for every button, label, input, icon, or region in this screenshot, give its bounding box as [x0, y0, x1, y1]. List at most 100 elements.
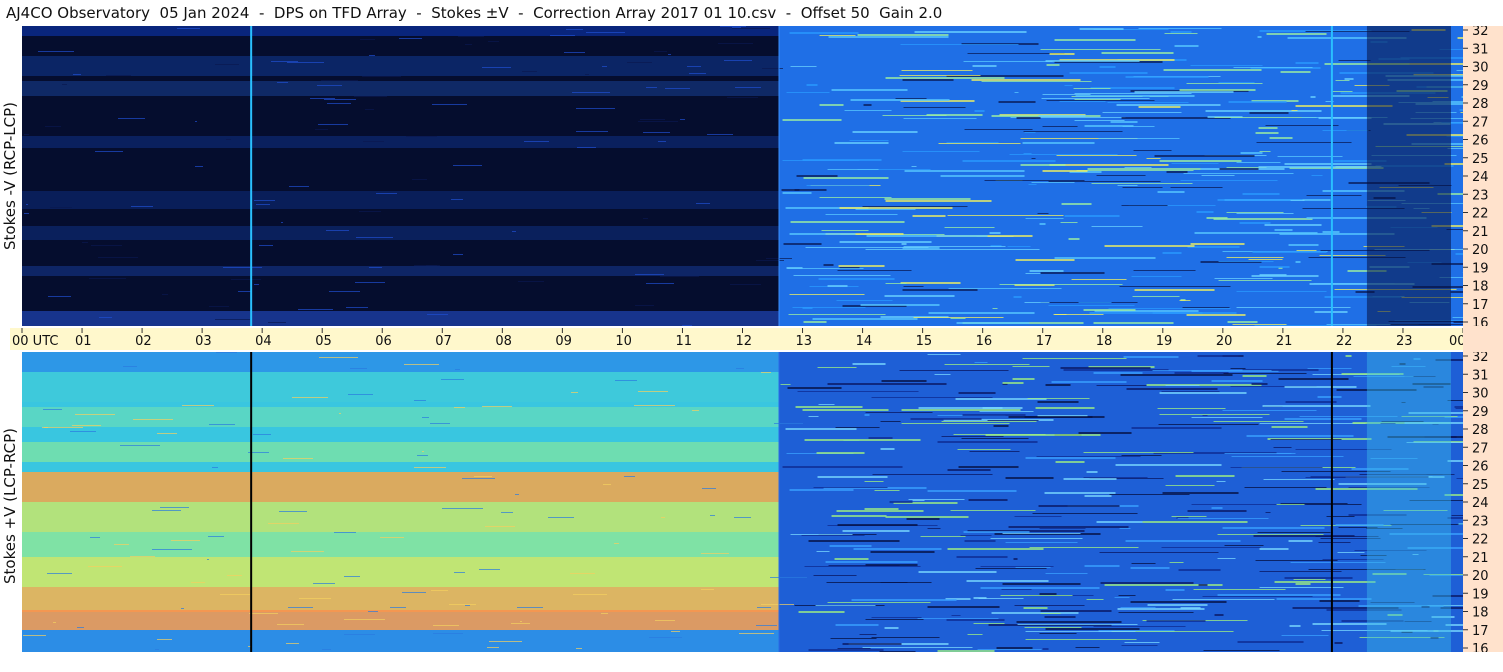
rfi-streak — [1069, 72, 1148, 74]
noise-streak — [72, 425, 101, 426]
rfi-streak — [1142, 521, 1248, 523]
noise-streak — [564, 52, 585, 53]
rfi-streak — [906, 518, 940, 520]
noise-streak — [348, 394, 373, 395]
rfi-streak — [789, 489, 854, 491]
rfi-streak — [900, 44, 1019, 45]
rfi-streak — [979, 411, 1034, 412]
rfi-streak — [1183, 173, 1294, 174]
left-band — [22, 630, 779, 652]
rfi-streak — [1322, 130, 1369, 131]
rfi-streak — [1290, 200, 1305, 201]
noise-streak — [488, 41, 499, 42]
rfi-streak — [826, 582, 932, 583]
left-band — [22, 372, 779, 402]
noise-streak — [414, 400, 426, 401]
rfi-streak — [1194, 232, 1318, 234]
rfi-streak — [802, 409, 889, 411]
noise-streak — [171, 540, 200, 541]
noise-streak — [701, 589, 714, 590]
noise-streak — [88, 566, 122, 567]
rfi-streak — [1165, 485, 1215, 486]
rfi-streak — [1039, 223, 1046, 225]
rfi-streak — [1074, 120, 1125, 121]
rfi-streak — [1171, 163, 1219, 164]
noise-streak — [682, 325, 692, 326]
rfi-streak — [1166, 171, 1188, 173]
rfi-streak — [868, 437, 893, 439]
rfi-streak — [958, 466, 1019, 468]
rfi-streak — [1104, 245, 1195, 247]
rfi-streak — [1040, 272, 1105, 274]
rfi-streak — [902, 151, 980, 152]
rfi-streak — [1187, 510, 1247, 512]
rfi-streak — [790, 66, 817, 67]
rfi-streak — [1060, 222, 1078, 223]
noise-streak — [313, 583, 335, 584]
rfi-streak — [1187, 246, 1240, 248]
rfi-streak — [1230, 368, 1246, 369]
rfi-streak — [852, 131, 918, 133]
time-tick-label: 17 — [1036, 334, 1053, 349]
noise-streak — [114, 544, 129, 545]
rfi-streak — [839, 241, 932, 243]
rfi-streak — [1096, 385, 1147, 386]
rfi-streak — [1291, 110, 1298, 111]
rfi-streak — [1020, 164, 1066, 166]
rfi-streak — [855, 209, 916, 210]
rfi-streak — [1157, 408, 1226, 409]
noise-streak — [422, 417, 429, 418]
rfi-streak — [974, 110, 985, 112]
time-tick-label: 16 — [976, 334, 993, 349]
noise-streak — [643, 132, 670, 133]
freq-tick-label: 23 — [1472, 514, 1489, 529]
freq-tick-label: 29 — [1472, 79, 1489, 94]
late-band — [1366, 352, 1451, 652]
rfi-streak — [1048, 305, 1135, 306]
noise-streak — [130, 556, 155, 557]
rfi-streak — [1091, 183, 1193, 184]
rfi-streak — [835, 624, 879, 626]
rfi-streak — [880, 421, 901, 422]
rfi-streak — [1242, 375, 1267, 377]
rfi-streak — [1023, 131, 1123, 132]
noise-streak — [369, 55, 375, 56]
rfi-streak — [1196, 211, 1214, 213]
rfi-streak — [1138, 106, 1181, 108]
rfi-streak — [1190, 243, 1245, 245]
left-band — [22, 587, 779, 612]
noise-streak — [53, 622, 56, 623]
noise-streak — [209, 306, 229, 307]
noise-streak — [89, 278, 126, 279]
rfi-streak — [1138, 28, 1222, 29]
rfi-streak — [782, 466, 903, 468]
noise-streak — [45, 126, 61, 127]
rfi-streak — [927, 528, 941, 529]
freq-tick-label: 27 — [1472, 441, 1489, 456]
rfi-streak — [1252, 251, 1327, 253]
rfi-streak — [1008, 526, 1129, 528]
rfi-streak — [885, 516, 969, 518]
rfi-streak — [813, 487, 888, 488]
rfi-streak — [1027, 398, 1090, 399]
rfi-streak — [1107, 102, 1189, 103]
noise-streak — [327, 103, 351, 104]
rfi-streak — [1131, 427, 1222, 429]
rfi-streak — [944, 364, 1030, 365]
rfi-streak — [1237, 641, 1304, 643]
rfi-streak — [1119, 528, 1131, 529]
left-band — [22, 407, 779, 427]
noise-streak — [515, 494, 519, 495]
rfi-streak — [1096, 521, 1143, 523]
rfi-streak — [1093, 322, 1174, 324]
noise-streak — [133, 419, 173, 420]
rfi-streak — [901, 423, 1010, 424]
noise-streak — [215, 64, 239, 65]
rfi-streak — [1118, 595, 1136, 596]
rfi-streak — [1012, 378, 1035, 380]
rfi-streak — [1002, 382, 1024, 384]
rfi-streak — [1089, 312, 1203, 314]
rfi-streak — [837, 270, 912, 271]
y-label-top: Stokes -V (RCP-LCP) — [1, 102, 19, 250]
rfi-streak — [812, 318, 918, 320]
